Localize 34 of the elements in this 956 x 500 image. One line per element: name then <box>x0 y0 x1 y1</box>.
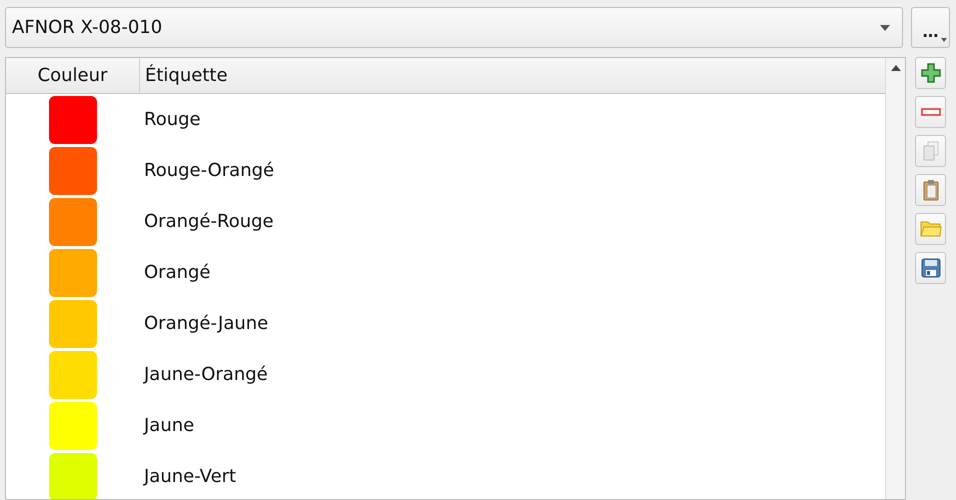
color-label: Rouge-Orangé <box>144 160 274 181</box>
clipboard-icon <box>922 179 938 201</box>
color-label: Orangé-Rouge <box>144 211 274 232</box>
more-button[interactable]: … <box>911 7 950 48</box>
color-swatch[interactable] <box>48 452 96 499</box>
color-swatch[interactable] <box>48 300 96 348</box>
scroll-up-icon[interactable] <box>890 65 900 71</box>
minus-icon <box>920 108 940 116</box>
add-button[interactable] <box>915 57 946 89</box>
column-header[interactable]: Couleur <box>6 58 140 93</box>
color-label: Orangé-Jaune <box>144 313 268 334</box>
color-swatch[interactable] <box>48 198 96 246</box>
color-label: Jaune <box>144 415 194 436</box>
copy-icon <box>922 141 940 161</box>
paste-button[interactable] <box>915 174 946 206</box>
color-swatch[interactable] <box>48 96 96 144</box>
color-label: Jaune-Vert <box>144 466 236 487</box>
color-label: Orangé <box>144 262 211 283</box>
color-swatch[interactable] <box>48 146 96 194</box>
color-label: Rouge <box>144 109 201 130</box>
caret-icon <box>941 38 947 42</box>
color-label: Jaune-Orangé <box>144 364 268 385</box>
plus-icon <box>920 63 940 83</box>
scrollbar[interactable] <box>885 58 905 499</box>
open-button[interactable] <box>915 213 946 245</box>
color-swatch[interactable] <box>48 402 96 450</box>
color-swatch[interactable] <box>48 350 96 398</box>
scheme-dropdown[interactable]: AFNOR X-08-010 <box>5 7 903 48</box>
caret-icon <box>880 24 890 30</box>
remove-button[interactable] <box>915 96 946 128</box>
save-button[interactable] <box>915 252 946 284</box>
column-header[interactable]: Étiquette <box>140 58 885 93</box>
folder-icon <box>920 220 942 238</box>
color-swatch[interactable] <box>48 248 96 296</box>
